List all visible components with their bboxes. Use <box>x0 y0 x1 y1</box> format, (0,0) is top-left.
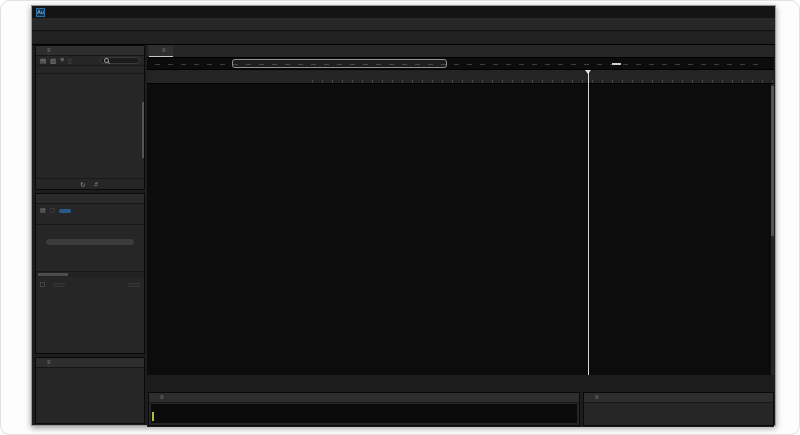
run-button[interactable] <box>128 282 140 287</box>
timeline-ruler[interactable] <box>312 70 774 83</box>
files-panel-header: ≡ <box>36 46 144 56</box>
files-column-headers <box>36 66 144 74</box>
match-loudness-columns <box>36 217 144 225</box>
add-files-icon[interactable]: ▤ <box>40 207 46 214</box>
panel-menu-icon[interactable]: ≡ <box>47 48 51 54</box>
export-checkbox[interactable] <box>40 282 45 287</box>
level-meter <box>151 404 577 423</box>
app-window: Au ≡ ▤ ▥ ≡ ▯ ↻ ♬ ▤ ▢ ≡ ≡ ≡ ≡ <box>31 5 776 427</box>
title-bar: Au <box>32 6 775 18</box>
ruler-row <box>147 70 774 84</box>
desktop-background: Au ≡ ▤ ▥ ≡ ▯ ↻ ♬ ▤ ▢ ≡ ≡ ≡ ≡ <box>0 0 800 435</box>
speaker-icon[interactable]: ♬ <box>93 181 100 188</box>
files-scrollbar[interactable] <box>142 102 144 158</box>
files-toolbar: ▤ ▥ ≡ ▯ <box>36 56 144 66</box>
navigator-selection[interactable] <box>232 59 447 68</box>
match-loudness-settings-button[interactable] <box>59 208 72 213</box>
import-file-icon[interactable]: ▥ <box>50 57 56 65</box>
remove-files-icon[interactable]: ▢ <box>50 207 56 214</box>
levels-panel-header: ≡ <box>149 393 579 403</box>
files-panel: ≡ ▤ ▥ ≡ ▯ ↻ ♬ <box>35 45 145 190</box>
menu-bar <box>32 18 775 31</box>
editor-tab-bar: ≡ <box>147 45 774 58</box>
panel-menu-icon[interactable]: ≡ <box>162 48 166 54</box>
tab-editor[interactable]: ≡ <box>149 45 173 57</box>
playhead-line[interactable] <box>588 72 589 375</box>
level-meter-bar <box>152 412 154 421</box>
export-settings-button[interactable] <box>53 282 65 287</box>
selection-view-table <box>584 403 773 405</box>
panel-menu-icon[interactable]: ≡ <box>160 395 164 401</box>
open-file-icon[interactable]: ▤ <box>40 57 46 65</box>
history-list <box>36 368 144 370</box>
files-list <box>36 74 144 178</box>
match-loudness-tabs <box>36 194 144 204</box>
levels-panel: ≡ <box>148 392 580 426</box>
editor-area: ≡ ≡ ≡ <box>147 45 774 427</box>
selection-view-header: ≡ <box>584 393 773 403</box>
selection-view-panel: ≡ <box>583 392 774 426</box>
match-loudness-hscrollbar[interactable] <box>36 271 144 277</box>
app-icon: Au <box>36 7 45 17</box>
track-area <box>147 84 774 375</box>
loop-icon[interactable]: ↻ <box>80 181 85 189</box>
history-panel: ≡ <box>35 357 145 424</box>
search-icon <box>104 58 109 63</box>
trash-icon[interactable]: ▯ <box>68 57 72 65</box>
match-loudness-panel: ▤ ▢ <box>35 193 145 354</box>
match-loudness-toolbar: ▤ ▢ <box>36 204 144 217</box>
files-search-input[interactable] <box>100 57 140 64</box>
panel-menu-icon[interactable]: ≡ <box>47 360 51 366</box>
history-panel-header: ≡ <box>36 358 144 368</box>
app-toolbar <box>32 32 775 45</box>
zoom-navigator[interactable] <box>147 58 774 70</box>
match-loudness-buttons <box>36 279 144 290</box>
files-footer: ↻ ♬ <box>36 178 144 189</box>
tab-mixer[interactable] <box>175 55 191 57</box>
list-view-icon[interactable]: ≡ <box>60 57 64 64</box>
tracks-scrollbar[interactable] <box>771 84 774 375</box>
match-loudness-drop-area[interactable] <box>36 225 144 271</box>
panel-menu-icon[interactable]: ≡ <box>595 395 599 401</box>
drop-hint <box>46 239 134 245</box>
navigator-marker <box>612 63 621 65</box>
